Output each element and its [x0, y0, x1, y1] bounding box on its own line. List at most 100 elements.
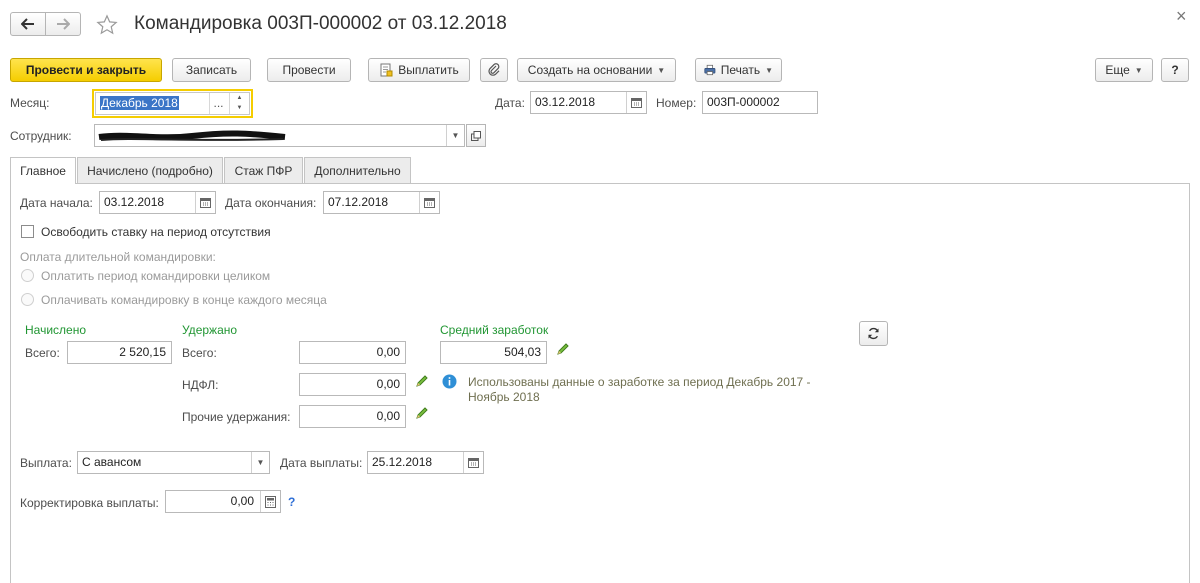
accrued-header: Начислено	[25, 323, 87, 337]
save-button[interactable]: Записать	[172, 58, 251, 82]
refresh-icon	[868, 327, 879, 340]
accrued-total-label: Всего:	[25, 346, 60, 360]
star-icon[interactable]	[96, 14, 118, 36]
create-based-on-label: Создать на основании	[527, 63, 653, 77]
ndfl-label: НДФЛ:	[182, 378, 219, 392]
earnings-info-text-line1: Использованы данные о заработке за перио…	[468, 375, 811, 389]
other-withholdings-value: 0,00	[376, 409, 400, 423]
tab-accrued-detailed[interactable]: Начислено (подробно)	[77, 157, 223, 183]
document-icon	[380, 63, 393, 77]
withheld-total-label: Всего:	[182, 346, 217, 360]
withheld-total-value: 0,00	[376, 345, 400, 359]
ndfl-field: 0,00	[299, 373, 406, 396]
long-trip-label: Оплата длительной командировки:	[20, 250, 216, 264]
page-title: Командировка 003П-000002 от 03.12.2018	[134, 13, 507, 34]
print-button[interactable]: Печать ▼	[695, 58, 782, 82]
calculator-button[interactable]	[260, 491, 280, 512]
start-date-input[interactable]: 03.12.2018	[99, 191, 216, 214]
tab-additional-label: Дополнительно	[314, 163, 401, 178]
calendar-button[interactable]	[626, 92, 646, 113]
free-rate-label[interactable]: Освободить ставку на период отсутствия	[41, 225, 271, 239]
average-earnings-header: Средний заработок	[440, 323, 549, 337]
edit-other-withholdings-pencil-icon[interactable]	[415, 406, 429, 420]
calendar-button[interactable]	[195, 192, 215, 213]
edit-ndfl-pencil-icon[interactable]	[415, 374, 429, 388]
payout-correction-value: 0,00	[230, 494, 254, 508]
payout-correction-label: Корректировка выплаты:	[20, 496, 159, 510]
post-and-close-button[interactable]: Провести и закрыть	[10, 58, 162, 82]
payout-label: Выплата:	[20, 456, 72, 470]
calendar-button[interactable]	[463, 452, 483, 473]
pay-button[interactable]: Выплатить	[368, 58, 470, 82]
open-link-icon	[471, 130, 481, 141]
payout-date-input[interactable]: 25.12.2018	[367, 451, 484, 474]
pay-label: Выплатить	[398, 63, 459, 77]
calendar-icon	[468, 458, 479, 468]
month-value: Декабрь 2018	[100, 96, 179, 110]
more-label: Еще	[1105, 63, 1130, 77]
other-withholdings-label: Прочие удержания:	[182, 410, 291, 424]
number-input[interactable]: 003П-000002	[702, 91, 818, 114]
chevron-down-icon: ▼	[657, 65, 666, 75]
post-and-close-label: Провести и закрыть	[25, 63, 147, 77]
stepper-up-icon[interactable]: ▲	[230, 93, 249, 103]
redacted-name-scribble	[98, 130, 286, 141]
more-button[interactable]: Еще ▼	[1095, 58, 1153, 82]
chevron-down-icon: ▼	[765, 65, 773, 75]
date-label: Дата:	[495, 96, 525, 110]
edit-average-earnings-pencil-icon[interactable]	[556, 342, 570, 356]
payout-correction-input[interactable]: 0,00	[165, 490, 281, 513]
ndfl-value: 0,00	[376, 377, 400, 391]
back-button[interactable]	[10, 12, 46, 36]
end-date-value: 07.12.2018	[328, 195, 389, 209]
long-trip-option-whole-label[interactable]: Оплатить период командировки целиком	[41, 269, 270, 283]
forward-button[interactable]	[45, 12, 81, 36]
calendar-icon	[631, 98, 642, 108]
stepper-down-icon[interactable]: ▼	[230, 103, 249, 113]
long-trip-option-monthly-radio[interactable]	[21, 293, 34, 306]
calculator-icon	[265, 495, 276, 508]
payout-date-value: 25.12.2018	[372, 455, 433, 469]
refresh-button[interactable]	[859, 321, 888, 346]
month-label: Месяц:	[10, 96, 50, 110]
long-trip-option-whole-radio[interactable]	[21, 269, 34, 282]
other-withholdings-field: 0,00	[299, 405, 406, 428]
tab-additional[interactable]: Дополнительно	[304, 157, 411, 183]
payout-date-label: Дата выплаты:	[280, 456, 363, 470]
help-button[interactable]: ?	[1161, 58, 1189, 82]
free-rate-checkbox[interactable]	[21, 225, 34, 238]
tab-main[interactable]: Главное	[10, 157, 76, 184]
tab-active-joint	[11, 182, 75, 185]
number-label: Номер:	[656, 96, 697, 110]
calendar-icon	[200, 198, 211, 208]
withheld-header: Удержано	[182, 323, 238, 337]
open-employee-button[interactable]	[466, 124, 486, 147]
tab-main-label: Главное	[20, 164, 66, 178]
average-earnings-value: 504,03	[504, 345, 541, 359]
employee-input[interactable]: ▼	[94, 124, 465, 147]
start-date-label: Дата начала:	[20, 196, 93, 210]
arrow-right-icon	[57, 18, 70, 30]
calendar-button[interactable]	[419, 192, 439, 213]
chevron-down-icon[interactable]: ▼	[446, 125, 464, 146]
close-icon[interactable]: ×	[1176, 6, 1187, 27]
create-based-on-button[interactable]: Создать на основании ▼	[517, 58, 676, 82]
end-date-label: Дата окончания:	[225, 196, 317, 210]
month-input[interactable]: Декабрь 2018 ... ▲ ▼	[95, 92, 250, 115]
calendar-icon	[424, 198, 435, 208]
withheld-total-field: 0,00	[299, 341, 406, 364]
long-trip-option-monthly-label[interactable]: Оплачивать командировку в конце каждого …	[41, 293, 327, 307]
month-select-button[interactable]: ...	[209, 93, 227, 114]
chevron-down-icon[interactable]: ▼	[251, 452, 269, 473]
post-button[interactable]: Провести	[267, 58, 351, 82]
date-input[interactable]: 03.12.2018	[530, 91, 647, 114]
month-stepper[interactable]: ▲ ▼	[229, 93, 249, 114]
tab-pfr-experience[interactable]: Стаж ПФР	[224, 157, 303, 183]
earnings-info-text-line2: Ноябрь 2018	[468, 390, 540, 404]
attach-button[interactable]	[480, 58, 508, 82]
tab-pfr-experience-label: Стаж ПФР	[234, 163, 293, 178]
payout-correction-help-icon[interactable]: ?	[288, 495, 295, 509]
end-date-input[interactable]: 07.12.2018	[323, 191, 440, 214]
accrued-total-field: 2 520,15	[67, 341, 172, 364]
payout-select[interactable]: С авансом ▼	[77, 451, 270, 474]
